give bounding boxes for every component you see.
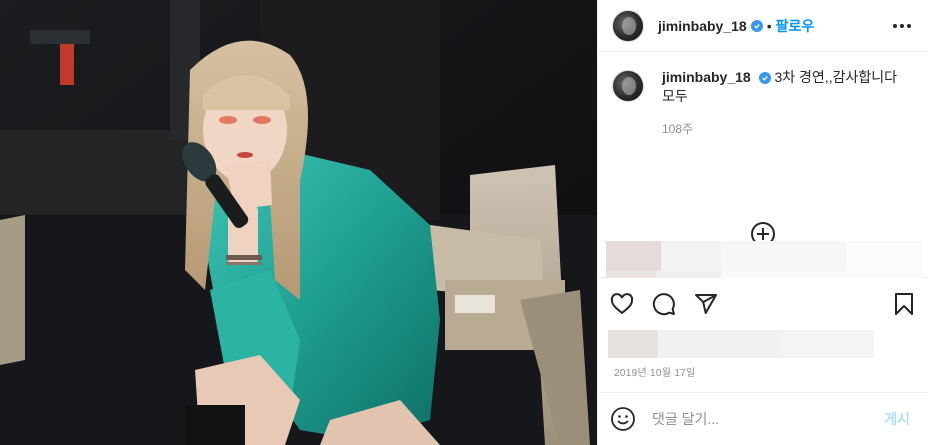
paper-plane-icon[interactable]: [694, 292, 718, 316]
caption: jiminbaby_18 3차 경연,,감사합니다 모두: [612, 68, 914, 106]
caption-time-ago[interactable]: 108주: [662, 120, 914, 137]
post-side-panel: jiminbaby_18 • 팔로우 jiminbaby_18 3차 경연,,감…: [597, 0, 928, 445]
comment-composer: 게시: [598, 392, 928, 445]
blurred-comment-preview-2: [606, 241, 922, 271]
comment-input[interactable]: [652, 411, 885, 427]
post-actions: [598, 280, 928, 328]
verified-badge-icon: [750, 19, 763, 32]
caption-username[interactable]: jiminbaby_18: [662, 69, 751, 85]
comment-bubble-icon[interactable]: [652, 292, 676, 316]
caption-text: jiminbaby_18 3차 경연,,감사합니다 모두: [662, 68, 910, 106]
more-options-icon[interactable]: [890, 14, 914, 38]
follow-separator: •: [766, 17, 772, 34]
bookmark-icon[interactable]: [892, 292, 916, 316]
heart-icon[interactable]: [610, 292, 634, 316]
caption-author-avatar[interactable]: [612, 70, 644, 102]
follow-button[interactable]: 팔로우: [776, 16, 815, 36]
post-photo[interactable]: [0, 0, 597, 445]
author-avatar[interactable]: [612, 9, 644, 42]
post-comment-button[interactable]: 게시: [884, 409, 910, 429]
verified-badge-icon: [758, 72, 771, 85]
post-date[interactable]: 2019년 10월 17일: [614, 364, 696, 379]
author-username[interactable]: jiminbaby_18: [658, 18, 747, 34]
emoji-smile-icon[interactable]: [610, 406, 636, 432]
post-photo-image: [0, 0, 597, 445]
post-header: jiminbaby_18 • 팔로우: [598, 0, 928, 52]
blurred-likes-summary: [608, 330, 874, 358]
